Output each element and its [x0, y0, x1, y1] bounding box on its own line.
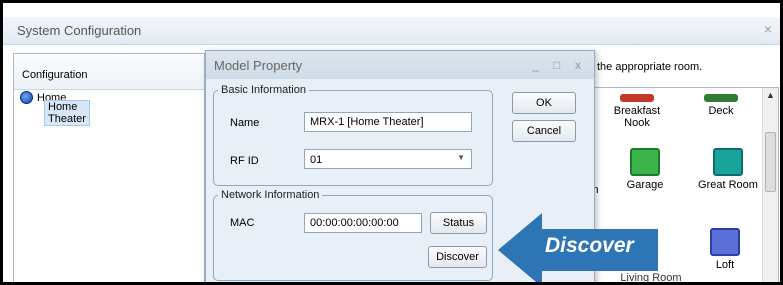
discover-callout: Discover [498, 213, 698, 282]
rfid-value: 01 [310, 154, 323, 166]
breakfast-nook-icon [620, 94, 654, 102]
tree-item-home-theater-label: Home Theater [44, 100, 90, 126]
basic-information-group: Basic Information [213, 84, 493, 186]
scroll-thumb[interactable] [765, 132, 776, 192]
room-breakfast-nook[interactable]: Breakfast Nook [602, 94, 672, 129]
basic-information-legend: Basic Information [221, 84, 306, 96]
deck-icon [704, 94, 738, 102]
mac-field[interactable] [304, 213, 422, 233]
room-deck[interactable]: Deck [696, 94, 746, 117]
screenshot-frame: System Configuration × Configuration Hom… [0, 0, 783, 285]
room-scrollbar[interactable]: ▲ [762, 88, 778, 282]
room-great-room[interactable]: Great Room [692, 148, 764, 191]
room-loft[interactable]: Loft [702, 228, 748, 271]
name-label: Name [230, 117, 260, 129]
room-label: Great Room [698, 179, 758, 191]
dialog-title: Model Property [214, 58, 303, 73]
tree-item-home-theater[interactable]: Home Theater [44, 100, 90, 126]
window-title: System Configuration [17, 23, 142, 38]
close-icon[interactable]: x [575, 58, 581, 72]
maximize-icon[interactable]: □ [553, 58, 560, 72]
callout-text: Discover [545, 234, 634, 257]
room-hint-text: the appropriate room. [597, 61, 703, 73]
dialog-titlebar: Model Property _ □ x [206, 51, 594, 79]
main-titlebar: System Configuration × [3, 17, 780, 45]
configuration-header-label: Configuration [22, 69, 88, 81]
loft-icon [710, 228, 740, 256]
minimize-icon[interactable]: _ [532, 58, 539, 72]
great-room-icon [713, 148, 743, 176]
room-label: Deck [708, 105, 734, 117]
discover-button[interactable]: Discover [428, 246, 487, 268]
room-label: Loft [715, 259, 735, 271]
scroll-up-arrow-icon[interactable]: ▲ [766, 90, 775, 100]
top-strip [3, 3, 780, 17]
home-globe-icon [20, 91, 33, 104]
room-label: Breakfast [613, 105, 661, 117]
network-information-legend: Network Information [221, 189, 320, 201]
rfid-label: RF ID [230, 155, 259, 167]
chevron-down-icon: ▼ [457, 153, 465, 162]
ok-button[interactable]: OK [512, 92, 576, 114]
configuration-header: Configuration [14, 54, 204, 90]
room-label: Garage [626, 179, 664, 191]
window-close-icon[interactable]: × [764, 21, 772, 37]
configuration-pane: Configuration Home Home Theater [13, 53, 205, 282]
room-label-line2: Nook [624, 117, 650, 129]
mac-label: MAC [230, 217, 255, 229]
cancel-button[interactable]: Cancel [512, 120, 576, 142]
rfid-select[interactable]: 01 ▼ [304, 149, 472, 169]
status-button[interactable]: Status [430, 212, 487, 234]
name-field[interactable] [304, 112, 472, 132]
garage-icon [630, 148, 660, 176]
room-garage[interactable]: Garage [620, 148, 670, 191]
